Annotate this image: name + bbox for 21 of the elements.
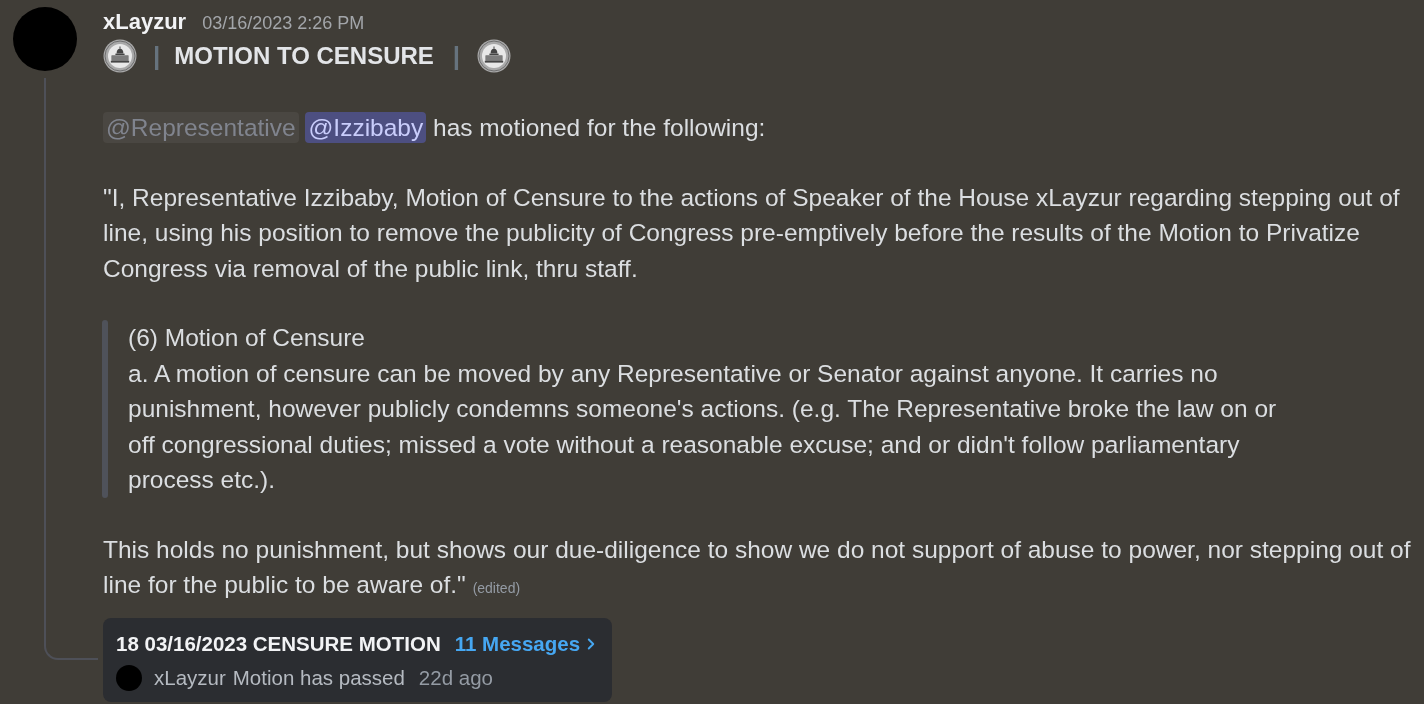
thread-title: 18 03/16/2023 CENSURE MOTION: [116, 630, 441, 657]
timestamp: 03/16/2023 2:26 PM: [202, 12, 365, 35]
heading-title: MOTION TO CENSURE: [174, 41, 434, 71]
edited-label: (edited): [472, 580, 521, 596]
quote-text: a. A motion of censure can be moved by any Representative or Senator against anyone. It carries no punishment, however publicly condemns someone's actions. (e.g. The Representative broke the law on or off congressional duties; missed a vote without a reasonable excuse; and or didn't follow parliamentary process etc.).: [128, 358, 1278, 495]
thread-card[interactable]: 18 03/16/2023 CENSURE MOTION 11 Messages xLayzur Motion has passed 22d ago: [103, 617, 613, 702]
username[interactable]: xLayzur: [103, 8, 187, 36]
user-mention[interactable]: @Izzibaby: [305, 112, 427, 143]
message-text: has motioned for the following:: [433, 114, 766, 141]
quote-heading: (6) Motion of Censure: [128, 323, 366, 353]
seal-icon: [477, 39, 512, 73]
message-paragraph: "I, Representative Izzibaby, Motion of Censure to the actions of Speaker of the House xLayzur regarding stepping out of line, using his position to remove the publicity of Congress pre-emptively before the results of the Motion to Privatize Congress via removal of the public link, thru staff.: [103, 182, 1401, 284]
thread-last-message: Motion has passed: [232, 664, 405, 691]
thread-author: xLayzur: [154, 664, 226, 691]
separator-text: |: [452, 41, 461, 71]
seal-icon: [103, 39, 137, 73]
separator-text: |: [153, 41, 161, 71]
thread-messages-link[interactable]: 11 Messages: [454, 629, 601, 658]
avatar: [116, 664, 142, 691]
thread-time: 22d ago: [418, 664, 493, 691]
message-paragraph: This holds no punishment, but shows our due-diligence to show we do not support of abuse to power, nor stepping out of line for the public to be aware of." (edited): [103, 534, 1412, 600]
